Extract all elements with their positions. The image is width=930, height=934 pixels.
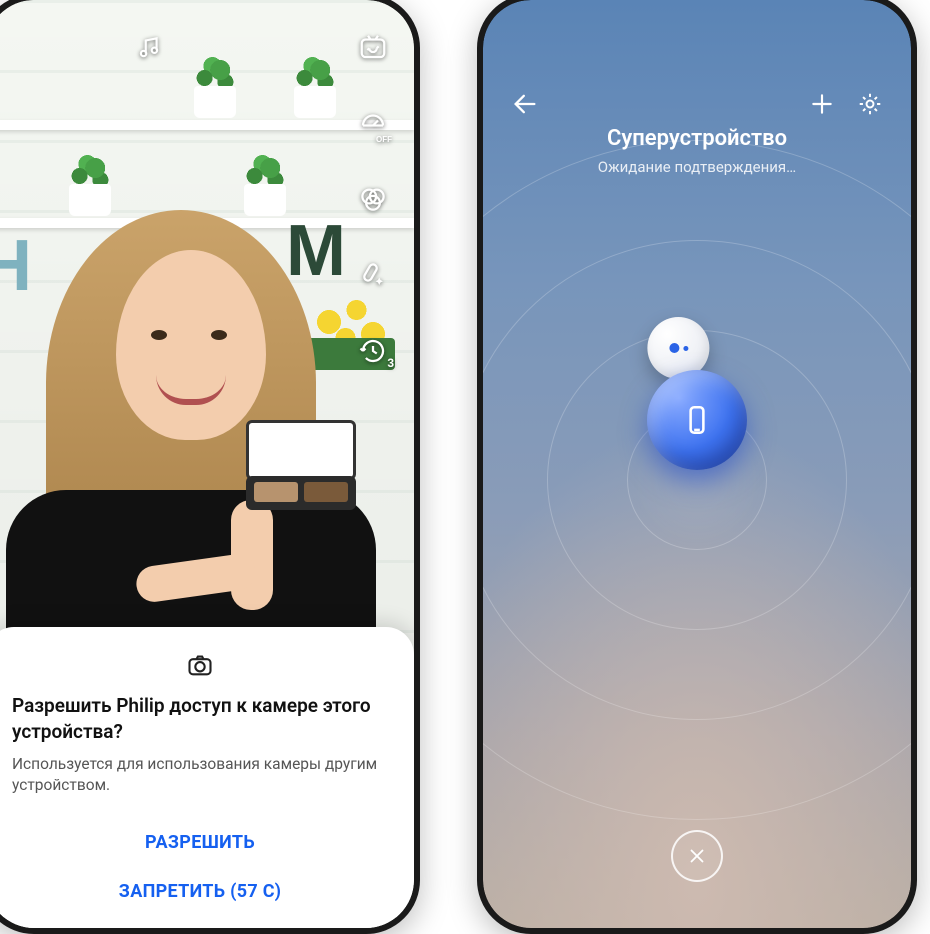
superdevice-header — [483, 90, 911, 118]
allow-button[interactable]: РАЗРЕШИТЬ — [12, 818, 388, 867]
music-icon[interactable] — [136, 34, 164, 62]
superdevice-screen: Суперустройство Ожидание подтверждения… — [483, 0, 911, 928]
back-icon[interactable] — [511, 90, 539, 118]
camera-toolbar: OFF 3 — [356, 30, 390, 368]
history-3-icon[interactable]: 3 — [356, 334, 390, 368]
compact-prop — [246, 420, 356, 510]
filters-icon[interactable] — [356, 182, 390, 216]
beauty-wand-icon[interactable] — [356, 258, 390, 292]
permission-dialog: Разрешить Philip доступ к камере этого у… — [0, 627, 414, 928]
speed-off-icon[interactable]: OFF — [356, 106, 390, 140]
phone-left: H M — [0, 0, 420, 934]
permission-title: Разрешить Philip доступ к камере этого у… — [12, 693, 388, 744]
page-subtitle: Ожидание подтверждения… — [483, 158, 911, 176]
permission-description: Используется для использования камеры др… — [12, 754, 388, 796]
camera-screen: H M — [0, 0, 414, 928]
deny-button[interactable]: ЗАПРЕТИТЬ (57 С) — [12, 867, 388, 916]
history-badge: 3 — [387, 356, 394, 370]
camera-flip-icon[interactable] — [356, 30, 390, 64]
camera-icon — [12, 651, 388, 679]
close-button[interactable] — [671, 830, 723, 882]
plus-icon[interactable] — [809, 91, 835, 117]
gear-icon[interactable] — [857, 91, 883, 117]
phone-right: Суперустройство Ожидание подтверждения… — [477, 0, 917, 934]
page-title: Суперустройство — [483, 126, 911, 151]
phone-device-icon[interactable] — [647, 370, 747, 470]
